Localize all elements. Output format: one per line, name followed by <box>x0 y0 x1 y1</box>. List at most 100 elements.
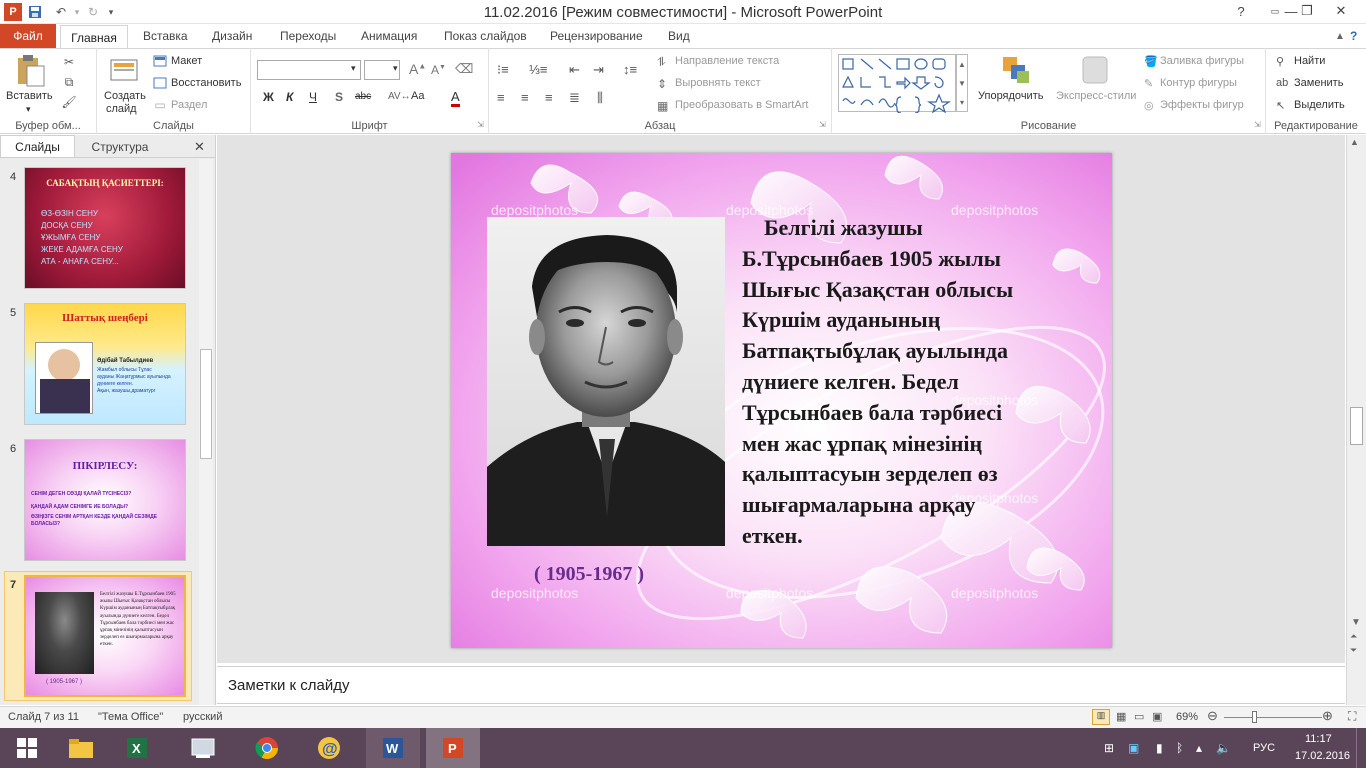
cut-icon[interactable]: ✂ <box>60 54 78 70</box>
word-icon[interactable]: W <box>366 728 420 768</box>
chrome-icon[interactable] <box>240 728 294 768</box>
grow-font-icon[interactable]: A▲ <box>409 61 426 77</box>
select-button[interactable]: Выделить <box>1294 99 1345 111</box>
current-slide[interactable]: depositphotos depositphotos depositphoto… <box>451 153 1112 648</box>
quick-styles-icon[interactable] <box>1080 54 1110 86</box>
font-color-button[interactable]: A <box>451 89 460 107</box>
file-explorer-icon[interactable] <box>54 728 108 768</box>
pane-scrollbar[interactable] <box>199 159 213 705</box>
battery-icon[interactable]: ▮ <box>1156 741 1163 755</box>
shape-effects-icon[interactable]: ◎ <box>1144 99 1154 112</box>
change-case-button[interactable]: Aa <box>411 90 424 102</box>
editor-vertical-scrollbar[interactable]: ▲ ▼ ⏶ ⏷ <box>1346 135 1366 705</box>
system-tool-icon[interactable] <box>176 728 230 768</box>
shape-effects-button[interactable]: Эффекты фигур <box>1160 99 1244 111</box>
help-question-icon[interactable]: ? <box>1350 24 1357 48</box>
reading-view-icon[interactable]: ▭ <box>1134 710 1144 723</box>
paste-button[interactable]: Вставить <box>6 90 53 102</box>
tab-review[interactable]: Рецензирование <box>550 24 643 48</box>
tab-insert[interactable]: Вставка <box>143 24 188 48</box>
tray-app-icon[interactable]: ▣ <box>1128 741 1139 755</box>
find-icon[interactable]: ⚲ <box>1276 55 1284 68</box>
input-language[interactable]: РУС <box>1253 742 1275 754</box>
shape-outline-button[interactable]: Контур фигуры <box>1160 77 1237 89</box>
slide-thumbnail-6[interactable]: ПІКІРЛЕСУ: СЕНІМ ДЕГЕН СӨЗДІ ҚАЛАЙ ТҮСІН… <box>24 439 186 561</box>
fit-to-window-icon[interactable]: ⛶ <box>1348 709 1356 724</box>
arrange-button[interactable]: Упорядочить <box>978 90 1043 102</box>
arrange-icon[interactable] <box>1000 54 1032 86</box>
normal-view-icon[interactable]: ▥ <box>1092 709 1110 725</box>
new-slide-button[interactable]: Создать <box>104 90 146 102</box>
excel-icon[interactable]: X <box>110 728 164 768</box>
theme-name[interactable]: "Тема Office" <box>98 711 163 723</box>
justify-icon[interactable]: ≣ <box>569 90 580 106</box>
find-button[interactable]: Найти <box>1294 55 1325 67</box>
shapes-gallery[interactable] <box>838 54 956 114</box>
section-icon[interactable]: ▭ <box>152 98 168 112</box>
replace-button[interactable]: Заменить <box>1294 77 1343 89</box>
format-painter-icon[interactable]: 🖌 <box>60 94 78 110</box>
text-direction-icon[interactable]: ⥮ <box>657 55 666 70</box>
align-text-icon[interactable]: ⇕ <box>657 77 667 91</box>
text-direction-button[interactable]: Направление текста <box>675 55 779 67</box>
windows-start-icon[interactable] <box>0 728 54 768</box>
shrink-font-icon[interactable]: A▼ <box>431 63 446 77</box>
tab-slides-pane[interactable]: Слайды <box>0 135 75 157</box>
tab-view[interactable]: Вид <box>668 24 690 48</box>
mail-icon[interactable]: @ <box>302 728 356 768</box>
decrease-indent-icon[interactable]: ⇤ <box>569 62 580 78</box>
tab-animation[interactable]: Анимация <box>361 24 417 48</box>
font-size-dropdown-icon[interactable]: ▾ <box>393 63 398 74</box>
tab-slideshow[interactable]: Показ слайдов <box>444 24 527 48</box>
collapse-ribbon-icon[interactable]: ▲ <box>1335 24 1345 48</box>
shape-fill-icon[interactable]: 🪣 <box>1144 55 1158 68</box>
bullets-icon[interactable]: ⁝≡ <box>497 62 509 78</box>
numbering-icon[interactable]: ⅓≡ <box>529 62 547 77</box>
character-spacing-icon[interactable]: AV↔ <box>388 91 411 102</box>
paste-icon[interactable] <box>12 54 50 88</box>
increase-indent-icon[interactable]: ⇥ <box>593 62 604 78</box>
shapes-gallery-more-icon[interactable]: ▲ ▼ ▾ <box>956 54 968 112</box>
tab-transitions[interactable]: Переходы <box>280 24 336 48</box>
slide-sorter-icon[interactable]: ▦ <box>1116 710 1126 723</box>
align-left-icon[interactable]: ≡ <box>497 90 505 105</box>
replace-icon[interactable]: ab <box>1276 77 1288 89</box>
slideshow-view-icon[interactable]: ▣ <box>1152 710 1162 723</box>
align-text-button[interactable]: Выровнять текст <box>675 77 761 89</box>
network-icon[interactable]: ▴ <box>1196 741 1202 755</box>
zoom-slider-thumb[interactable] <box>1252 711 1257 723</box>
underline-button[interactable]: Ч <box>309 90 317 104</box>
slide-thumbnail-4[interactable]: САБАҚТЫҢ ҚАСИЕТТЕРІ: ӨЗ-ӨЗІН СЕНУ ДОСҚА … <box>24 167 186 289</box>
author-photo[interactable] <box>487 217 725 546</box>
quick-styles-button[interactable]: Экспресс-стили <box>1056 90 1136 102</box>
zoom-out-icon[interactable]: ⊖ <box>1207 708 1218 724</box>
notes-pane[interactable]: Заметки к слайду <box>217 666 1345 704</box>
line-spacing-icon[interactable]: ↕≡ <box>623 62 637 77</box>
tab-design[interactable]: Дизайн <box>212 24 252 48</box>
zoom-level[interactable]: 69% <box>1176 711 1198 723</box>
zoom-in-icon[interactable]: ⊕ <box>1322 708 1333 724</box>
close-pane-icon[interactable]: ✕ <box>194 139 205 155</box>
bluetooth-icon[interactable]: ᛒ <box>1176 741 1183 755</box>
layout-button[interactable]: Макет <box>171 55 202 67</box>
powerpoint-taskbar-icon[interactable]: P <box>426 728 480 768</box>
editor-scroll-thumb[interactable] <box>1350 407 1363 445</box>
help-icon[interactable]: ? <box>1224 0 1258 22</box>
strikethrough-button[interactable]: abc <box>355 91 371 102</box>
slide-text-box[interactable]: Белгілі жазушы Б.Тұрсынбаев 1905 жылы Шы… <box>742 213 1102 552</box>
tab-file[interactable]: Файл <box>0 24 56 48</box>
clear-format-icon[interactable]: ⌫ <box>455 61 473 77</box>
align-right-icon[interactable]: ≡ <box>545 90 553 105</box>
zoom-slider-track[interactable] <box>1224 717 1322 718</box>
slide-thumbnail-7[interactable]: Белгілі жазушы Б.Тұрсынбаев 1905 жылы Шы… <box>24 575 186 697</box>
pane-scroll-thumb[interactable] <box>200 349 212 459</box>
align-center-icon[interactable]: ≡ <box>521 90 529 105</box>
next-slide-icon[interactable]: ⏷ <box>1350 645 1357 656</box>
scroll-up-icon[interactable]: ▲ <box>1350 137 1359 147</box>
shadow-button[interactable]: S <box>335 90 343 104</box>
bold-button[interactable]: Ж <box>263 90 274 104</box>
desktop-icon[interactable]: ⊞ <box>1104 741 1114 755</box>
tab-home[interactable]: Главная <box>60 25 128 49</box>
smartart-button[interactable]: Преобразовать в SmartArt <box>675 99 808 111</box>
restore-button[interactable]: ❐ <box>1290 0 1324 22</box>
